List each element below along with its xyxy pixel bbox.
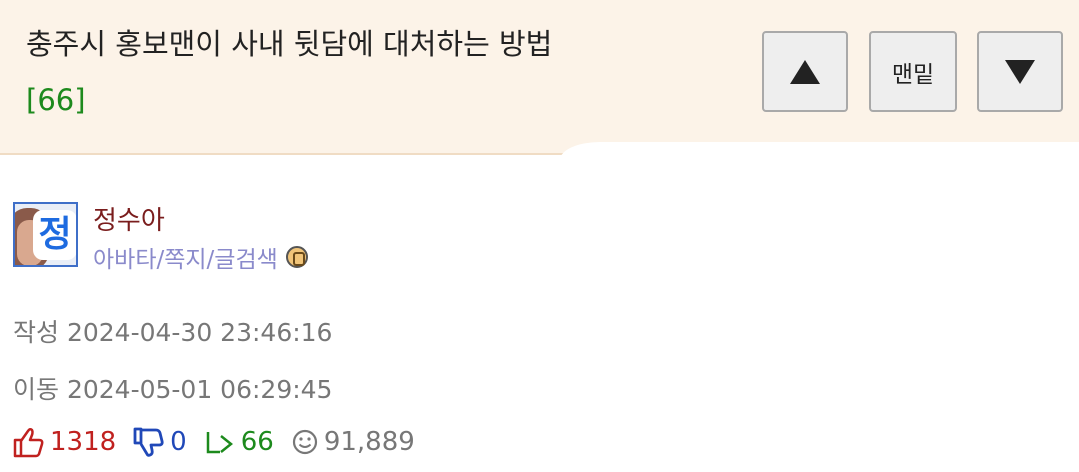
downvote-count: 0 bbox=[170, 427, 187, 457]
avatar-glyph: 정 bbox=[33, 210, 76, 260]
triangle-up-icon bbox=[790, 59, 820, 84]
triangle-down-icon bbox=[1005, 59, 1035, 84]
reply-stat[interactable]: 66 bbox=[203, 426, 274, 458]
scroll-down-button[interactable] bbox=[977, 31, 1063, 112]
view-count: 91,889 bbox=[323, 427, 415, 457]
downvote-stat[interactable]: 0 bbox=[132, 426, 187, 458]
reply-count: 66 bbox=[240, 427, 274, 457]
avatar[interactable]: 정 bbox=[13, 202, 78, 267]
post-title: 충주시 홍보맨이 사내 뒷담에 대처하는 방법 bbox=[26, 27, 553, 61]
title-area: 충주시 홍보맨이 사내 뒷담에 대처하는 방법 [66] bbox=[26, 22, 726, 122]
scroll-up-button[interactable] bbox=[762, 31, 848, 112]
author-links: 아바타/쪽지/글검색 bbox=[93, 240, 308, 274]
created-timestamp: 작성 2024-04-30 23:46:16 bbox=[13, 318, 333, 347]
upvote-stat[interactable]: 1318 bbox=[12, 426, 116, 458]
decorative-divider bbox=[560, 142, 1079, 166]
upvote-count: 1318 bbox=[50, 427, 117, 457]
thumbs-up-icon bbox=[13, 427, 44, 458]
view-stat: 91,889 bbox=[290, 427, 415, 457]
reply-arrow-icon bbox=[206, 432, 233, 454]
author-nickname[interactable]: 정수아 bbox=[93, 200, 165, 237]
post-header: 충주시 홍보맨이 사내 뒷담에 대처하는 방법 [66] 맨밑 bbox=[0, 0, 1079, 155]
moved-timestamp: 이동 2024-05-01 06:29:45 bbox=[13, 375, 333, 404]
member-badge-icon bbox=[285, 246, 308, 268]
smiley-icon bbox=[292, 429, 317, 455]
post-stats: 1318 0 66 91,889 bbox=[12, 426, 431, 458]
author-links-text[interactable]: 아바타/쪽지/글검색 bbox=[93, 240, 278, 274]
comment-count[interactable]: [66] bbox=[26, 78, 726, 122]
thumbs-down-icon bbox=[133, 427, 164, 457]
go-bottom-button[interactable]: 맨밑 bbox=[869, 31, 957, 112]
